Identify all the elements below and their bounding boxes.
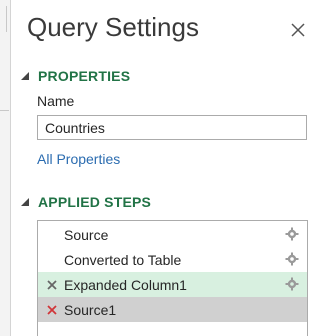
all-properties-link[interactable]: All Properties xyxy=(37,151,120,167)
query-name-input[interactable] xyxy=(37,115,307,140)
properties-heading: PROPERTIES xyxy=(38,68,131,84)
gear-icon[interactable] xyxy=(285,252,299,266)
step-label: Source xyxy=(64,226,109,243)
collapse-triangle-icon xyxy=(21,72,29,80)
step-icon-placeholder xyxy=(45,228,59,242)
close-icon xyxy=(291,23,305,37)
step-item-converted-to-table[interactable]: Converted to Table xyxy=(38,247,307,272)
applied-steps-section-header[interactable]: APPLIED STEPS xyxy=(20,194,151,210)
delete-step-icon[interactable] xyxy=(45,278,59,292)
step-label: Source1 xyxy=(64,301,117,318)
collapsed-pane-edge[interactable] xyxy=(0,0,11,336)
applied-steps-heading: APPLIED STEPS xyxy=(38,194,152,210)
step-item-source1[interactable]: Source1 xyxy=(38,297,307,322)
step-item-source[interactable]: Source xyxy=(38,222,307,247)
name-label: Name xyxy=(37,93,75,109)
collapse-triangle-icon xyxy=(21,198,29,206)
query-settings-pane: Query Settings PROPERTIES Name All Prope… xyxy=(0,0,320,336)
delete-step-icon[interactable] xyxy=(45,303,59,317)
gear-icon[interactable] xyxy=(285,277,299,291)
step-item-expanded-column1[interactable]: Expanded Column1 xyxy=(38,272,307,297)
pane-edge-mark xyxy=(0,88,9,111)
applied-steps-list: Source Converted to Table Expanded Colum… xyxy=(37,220,308,336)
pane-edge-mark xyxy=(0,6,7,32)
step-label: Expanded Column1 xyxy=(64,276,187,293)
close-button[interactable] xyxy=(288,20,308,40)
properties-section-header[interactable]: PROPERTIES xyxy=(20,68,130,84)
pane-title: Query Settings xyxy=(27,12,199,42)
step-label: Converted to Table xyxy=(64,251,182,268)
gear-icon[interactable] xyxy=(285,227,299,241)
step-icon-placeholder xyxy=(45,253,59,267)
